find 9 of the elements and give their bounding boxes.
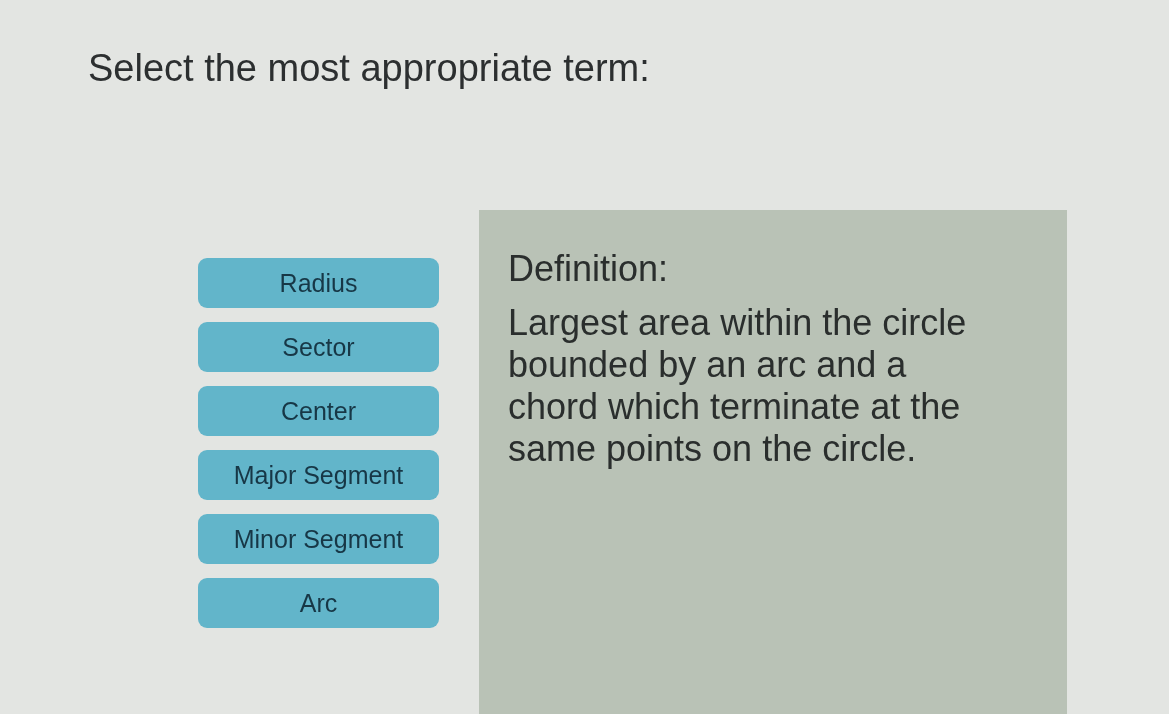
definition-heading: Definition:	[508, 249, 670, 289]
term-button[interactable]: Major Segment	[198, 450, 439, 500]
definition-text: Largest area within the circle bounded by an arc and a chord which terminate at the same points on the circle.	[508, 302, 968, 470]
term-button[interactable]: Arc	[198, 578, 439, 628]
term-button[interactable]: Minor Segment	[198, 514, 439, 564]
term-button[interactable]: Center	[198, 386, 439, 436]
term-button[interactable]: Sector	[198, 322, 439, 372]
question-prompt: Select the most appropriate term:	[88, 46, 650, 91]
term-button[interactable]: Radius	[198, 258, 439, 308]
